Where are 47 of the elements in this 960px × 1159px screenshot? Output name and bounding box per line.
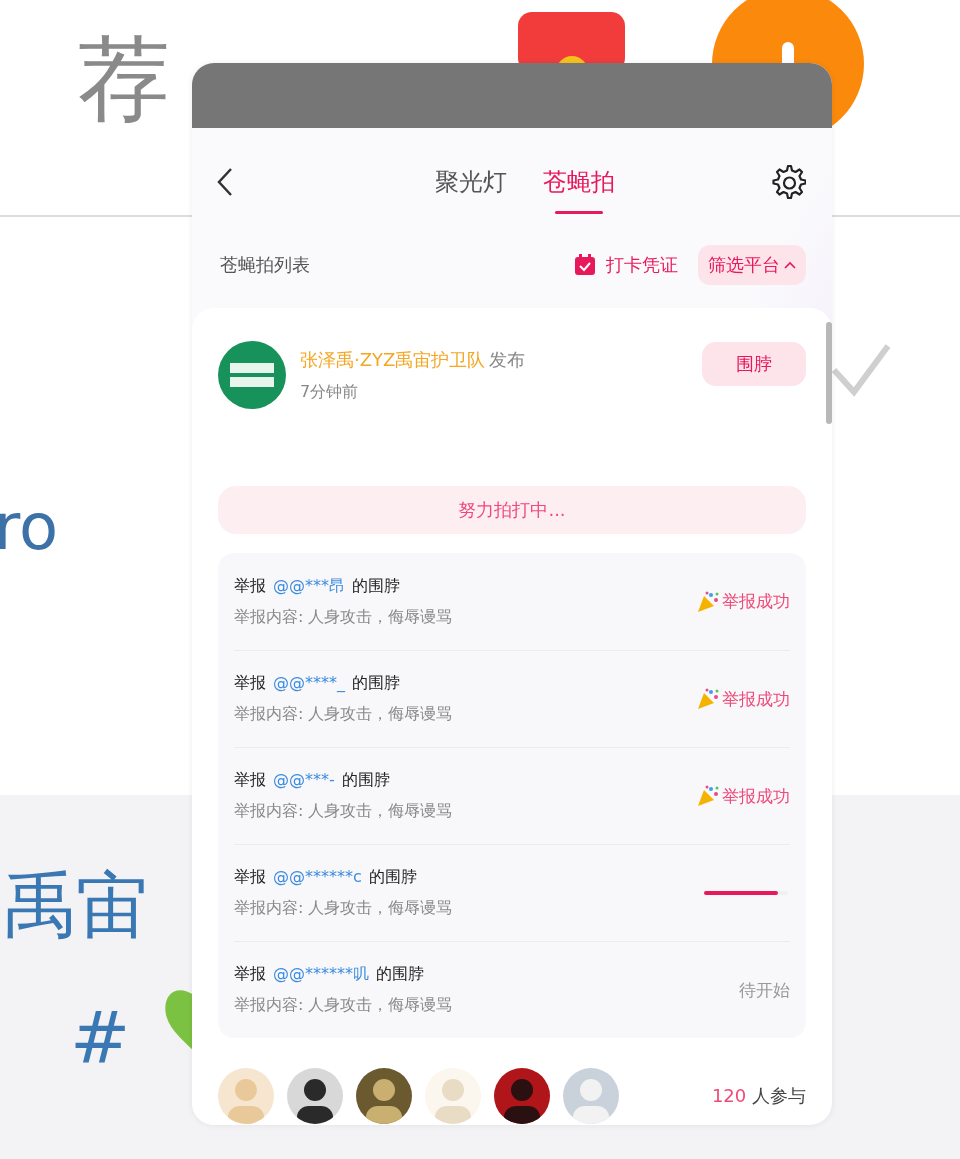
report-detail: 举报内容: 人身攻击，侮辱谩骂	[234, 606, 453, 628]
checkin-link[interactable]: 打卡凭证	[574, 253, 678, 277]
author-name[interactable]: 张泽禹·ZYZ禹宙护卫队	[300, 347, 486, 372]
background-text: #	[70, 995, 131, 1079]
party-popper-icon	[696, 589, 720, 614]
user-link[interactable]: @@******叽	[273, 964, 369, 985]
report-label: 的围脖	[341, 770, 390, 791]
user-link[interactable]: @@***昂	[273, 575, 345, 597]
user-link[interactable]: @@***-	[273, 770, 335, 791]
report-label: 举报	[234, 575, 266, 597]
party-popper-icon	[696, 784, 720, 808]
post-time: 7分钟前	[300, 381, 360, 403]
report-label: 的围脖	[368, 867, 417, 888]
report-label: 举报	[234, 964, 266, 985]
report-label: 举报	[234, 673, 266, 694]
status-text: 待开始	[739, 978, 790, 1002]
report-detail: 举报内容: 人身攻击，侮辱谩骂	[234, 801, 453, 822]
tab[interactable]: 苍蝇拍	[543, 166, 615, 214]
post-action: 发布	[489, 347, 526, 372]
party-popper-icon	[696, 687, 720, 711]
weibo-button[interactable]: 围脖	[702, 342, 806, 386]
status-text: 举报成功	[722, 590, 790, 613]
participant-count: 120 人参与	[711, 1084, 806, 1108]
list-title: 苍蝇拍列表	[220, 253, 310, 277]
report-detail: 举报内容: 人身攻击，侮辱谩骂	[234, 898, 453, 919]
report-label: 的围脖	[376, 964, 424, 985]
settings-icon[interactable]	[770, 164, 806, 200]
back-icon[interactable]	[216, 167, 234, 197]
user-link[interactable]: @@******c	[273, 867, 362, 888]
progress-banner: 努力拍打中...	[218, 486, 806, 534]
report-label: 的围脖	[352, 673, 400, 694]
user-link[interactable]: @@****_	[273, 673, 345, 694]
report-label: 举报	[234, 770, 266, 791]
scrollbar[interactable]	[826, 322, 832, 424]
background-text: 禹宙	[4, 862, 148, 949]
report-label: 的围脖	[352, 575, 400, 597]
filter-button[interactable]: 筛选平台	[698, 245, 806, 285]
page-heading: 荐	[78, 25, 170, 135]
report-detail: 举报内容: 人身攻击，侮辱谩骂	[234, 704, 453, 725]
status-text: 举报成功	[722, 784, 790, 808]
tab[interactable]: 聚光灯	[435, 166, 507, 214]
calendar-icon	[574, 254, 596, 276]
caret-icon	[784, 261, 796, 269]
avatar	[218, 341, 286, 409]
report-detail: 举报内容: 人身攻击，侮辱谩骂	[234, 995, 453, 1016]
report-label: 举报	[234, 867, 266, 888]
status-text: 举报成功	[722, 687, 790, 711]
